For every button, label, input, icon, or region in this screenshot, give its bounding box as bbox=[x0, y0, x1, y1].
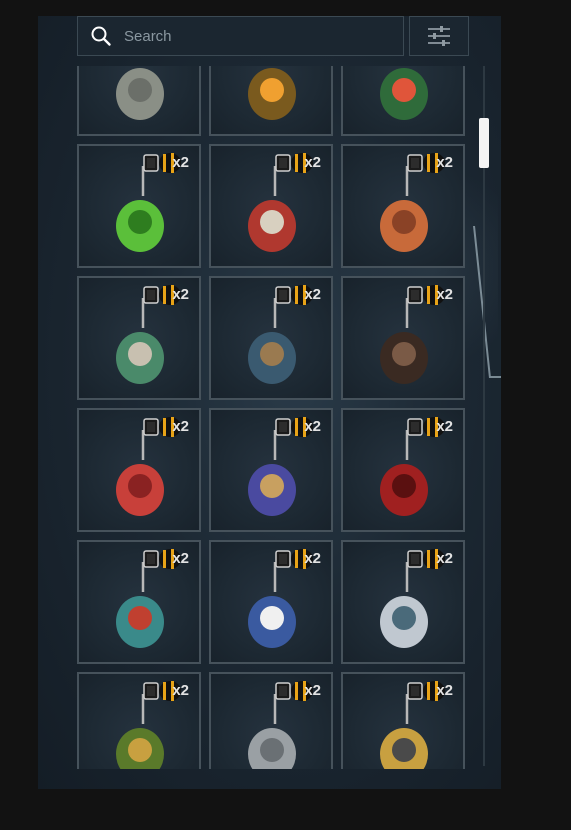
item-tile-winged-horse-charm[interactable]: x2 bbox=[77, 66, 201, 136]
purple-truck-charm-image bbox=[223, 430, 321, 528]
item-tile-brush-charm[interactable]: x2 bbox=[341, 672, 465, 769]
coffee-machine-charm-image bbox=[91, 298, 189, 396]
item-tile-clay-seal-charm[interactable]: x2 bbox=[341, 144, 465, 268]
item-tile-red-key-charm[interactable]: x2 bbox=[341, 408, 465, 532]
item-quantity: x2 bbox=[436, 550, 453, 567]
item-tile-red-octopus-charm[interactable]: x2 bbox=[77, 408, 201, 532]
item-tile-purple-truck-charm[interactable]: x2 bbox=[209, 408, 333, 532]
item-quantity: x2 bbox=[172, 418, 189, 435]
item-tile-dogtag-charm[interactable]: x2 bbox=[209, 672, 333, 769]
sliders-icon bbox=[428, 26, 450, 46]
item-grid-viewport: x2x2x2x2x2x2x2x2x2x2x2x2x2x2x2x2x2x2 bbox=[77, 66, 467, 769]
dogtag-charm-image bbox=[223, 694, 321, 769]
red-octopus-charm-image bbox=[91, 430, 189, 528]
item-grid: x2x2x2x2x2x2x2x2x2x2x2x2x2x2x2x2x2x2 bbox=[77, 66, 465, 769]
green-snake-charm-image bbox=[91, 166, 189, 264]
item-quantity: x2 bbox=[172, 550, 189, 567]
antler-bow-charm-image bbox=[355, 298, 453, 396]
item-quantity: x2 bbox=[172, 682, 189, 699]
item-tile-antler-bow-charm[interactable]: x2 bbox=[341, 276, 465, 400]
rope-globe-charm-image bbox=[223, 298, 321, 396]
item-tile-vine-charm[interactable]: x2 bbox=[77, 672, 201, 769]
item-quantity: x2 bbox=[436, 418, 453, 435]
red-key-charm-image bbox=[355, 430, 453, 528]
brush-charm-image bbox=[355, 694, 453, 769]
item-quantity: x2 bbox=[304, 154, 321, 171]
scrollbar-thumb[interactable] bbox=[479, 118, 489, 168]
item-quantity: x2 bbox=[172, 154, 189, 171]
item-tile-rope-bucket-charm[interactable]: x2 bbox=[209, 144, 333, 268]
item-quantity: x2 bbox=[304, 286, 321, 303]
item-tile-coffee-machine-charm[interactable]: x2 bbox=[77, 276, 201, 400]
item-tile-agent-sticker-charm[interactable]: x2 bbox=[341, 540, 465, 664]
green-lantern-charm-image bbox=[355, 66, 453, 132]
vine-charm-image bbox=[91, 694, 189, 769]
item-quantity: x2 bbox=[304, 682, 321, 699]
item-quantity: x2 bbox=[172, 286, 189, 303]
agent-sticker-charm-image bbox=[355, 562, 453, 660]
item-quantity: x2 bbox=[436, 286, 453, 303]
search-icon[interactable] bbox=[78, 16, 124, 56]
snow-globe-charm-image bbox=[223, 562, 321, 660]
surfboard-charm-image bbox=[91, 562, 189, 660]
search-input[interactable] bbox=[124, 17, 403, 55]
item-quantity: x2 bbox=[304, 550, 321, 567]
item-tile-surfboard-charm[interactable]: x2 bbox=[77, 540, 201, 664]
item-quantity: x2 bbox=[436, 682, 453, 699]
item-tile-snow-globe-charm[interactable]: x2 bbox=[209, 540, 333, 664]
item-tile-green-lantern-charm[interactable]: x2 bbox=[341, 66, 465, 136]
winged-horse-charm-image bbox=[91, 66, 189, 132]
rope-bucket-charm-image bbox=[223, 166, 321, 264]
clay-seal-charm-image bbox=[355, 166, 453, 264]
scrollbar-track[interactable] bbox=[483, 66, 485, 766]
item-tile-rope-globe-charm[interactable]: x2 bbox=[209, 276, 333, 400]
item-tile-candelabra-charm[interactable]: x2 bbox=[209, 66, 333, 136]
item-quantity: x2 bbox=[304, 418, 321, 435]
item-tile-green-snake-charm[interactable]: x2 bbox=[77, 144, 201, 268]
item-quantity: x2 bbox=[436, 154, 453, 171]
candelabra-charm-image bbox=[223, 66, 321, 132]
search-bar bbox=[77, 16, 404, 56]
filter-button[interactable] bbox=[409, 16, 469, 56]
